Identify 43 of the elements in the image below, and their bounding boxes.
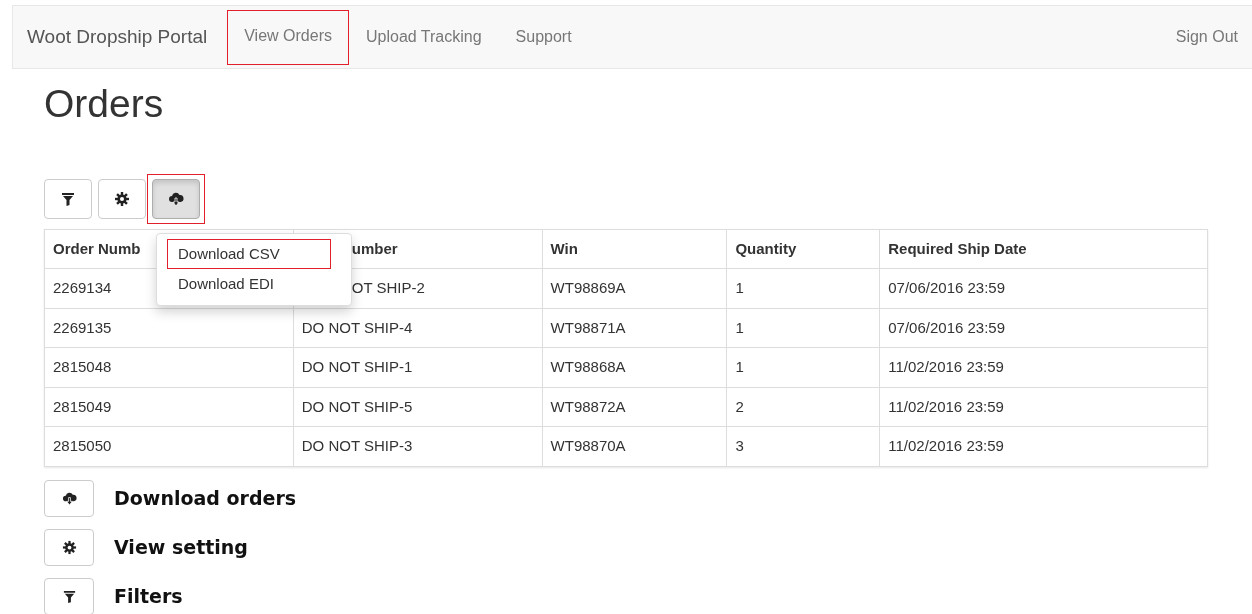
- menu-item[interactable]: Download CSV: [167, 238, 331, 270]
- nav-link[interactable]: Support: [498, 14, 589, 60]
- table-cell: DO NOT SHIP-5: [293, 387, 543, 427]
- table-cell: 2815049: [44, 387, 294, 427]
- table-cell: 2269135: [44, 308, 294, 348]
- filter-button[interactable]: [43, 179, 92, 220]
- table-cell: WT98869A: [542, 268, 727, 309]
- page-title: Orders: [44, 81, 165, 127]
- settings-button[interactable]: [97, 179, 146, 220]
- table-cell: WT98872A: [542, 387, 727, 427]
- table-cell: DO NOT SHIP-3: [293, 426, 543, 467]
- table-cell: 2815048: [44, 347, 294, 388]
- column-header: Quantity: [726, 229, 880, 269]
- legend-label: View setting: [114, 535, 248, 561]
- column-header: Required Ship Date: [879, 229, 1208, 269]
- table-cell: DO NOT SHIP-1: [293, 347, 543, 388]
- table-cell: 11/02/2016 23:59: [879, 387, 1208, 427]
- table-cell: 3: [726, 426, 880, 467]
- filter-icon: [61, 588, 77, 604]
- table-cell: WT98871A: [542, 308, 727, 348]
- table-cell: 11/02/2016 23:59: [879, 347, 1208, 388]
- cloud-download-icon: [61, 490, 77, 506]
- table-cell: 2: [726, 387, 880, 427]
- table-cell: 1: [726, 347, 880, 388]
- nav-link[interactable]: View Orders: [227, 9, 349, 65]
- table-cell: 11/02/2016 23:59: [879, 426, 1208, 467]
- gear-icon: [61, 539, 77, 555]
- legend-label: Download orders: [114, 486, 297, 512]
- table-cell: WT98870A: [542, 426, 727, 467]
- brand-title[interactable]: Woot Dropship Portal: [27, 22, 208, 52]
- column-header: Win: [542, 229, 727, 269]
- cloud-download-icon: [167, 191, 184, 208]
- table-cell: 2815050: [44, 426, 294, 467]
- table-cell: 07/06/2016 23:59: [879, 308, 1208, 348]
- table-cell: DO NOT SHIP-4: [293, 308, 543, 348]
- table-cell: WT98868A: [542, 347, 727, 388]
- table-cell: 1: [726, 308, 880, 348]
- filter-icon: [59, 191, 76, 208]
- legend-label: Filters: [114, 584, 183, 610]
- nav-link[interactable]: Upload Tracking: [348, 14, 499, 60]
- table-cell: 07/06/2016 23:59: [879, 268, 1208, 309]
- table-cell: 1: [726, 268, 880, 309]
- sign-out-link[interactable]: Sign Out: [1175, 25, 1238, 49]
